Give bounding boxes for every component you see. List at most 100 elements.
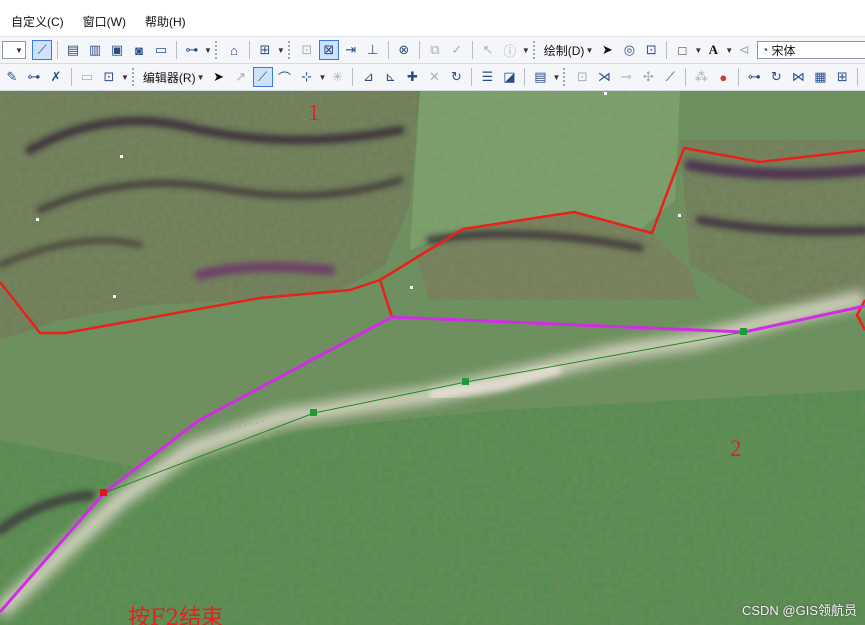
- finish-hint-label: 按F2结束: [128, 606, 224, 625]
- cut-polygons-icon[interactable]: ✚: [402, 67, 422, 87]
- refresh-icon[interactable]: ↻: [766, 67, 786, 87]
- split-icon[interactable]: ⇥: [341, 40, 361, 60]
- editor-menu[interactable]: 编辑器(R) ▼: [140, 69, 208, 86]
- layout-icon[interactable]: ▤: [63, 40, 83, 60]
- map-canvas[interactable]: 1 2 按F2结束 CSDN @GIS领航员: [0, 91, 865, 625]
- separator: [471, 41, 473, 59]
- speckle: [36, 218, 39, 221]
- attributes-icon[interactable]: ⊗: [394, 40, 414, 60]
- reshape-feature-icon[interactable]: ⊾: [380, 67, 400, 87]
- create-features-icon[interactable]: ▤: [530, 67, 550, 87]
- chevron-down-icon[interactable]: ▼: [319, 73, 327, 82]
- separator: [57, 41, 58, 59]
- fillet-icon[interactable]: ⟋: [660, 67, 680, 87]
- sketch-vertex[interactable]: [310, 409, 317, 416]
- font-name: 宋体: [771, 43, 796, 58]
- separator: [471, 68, 473, 86]
- speckle: [120, 155, 123, 158]
- sketch-vertex[interactable]: [462, 378, 469, 385]
- font-combo[interactable]: ◔ 宋体: [757, 41, 865, 59]
- separator: [71, 68, 72, 86]
- window-icon[interactable]: ▭: [151, 40, 171, 60]
- point-icon[interactable]: ✳: [327, 67, 347, 87]
- identify-icon[interactable]: ⓘ: [500, 40, 520, 60]
- speckle: [410, 286, 413, 289]
- menu-help[interactable]: 帮助(H): [137, 8, 194, 36]
- speckle: [113, 295, 116, 298]
- zoom-icon[interactable]: ⊡: [641, 40, 661, 60]
- chevron-down-icon[interactable]: ▼: [121, 73, 129, 82]
- split-icon[interactable]: ✕: [424, 67, 444, 87]
- scale-combo[interactable]: ▼: [2, 41, 26, 59]
- model-icon[interactable]: ⊶: [182, 40, 202, 60]
- topology-icon[interactable]: ⊥: [363, 40, 383, 60]
- end-point-arc-icon[interactable]: ⌒: [275, 67, 295, 87]
- menu-customize[interactable]: 自定义(C): [3, 8, 72, 36]
- speckle: [604, 92, 607, 95]
- chevron-down-icon[interactable]: ▼: [204, 46, 212, 55]
- separator: [666, 41, 668, 59]
- attributes-icon[interactable]: ☰: [477, 67, 497, 87]
- extend-icon[interactable]: ⊸: [616, 67, 636, 87]
- sketch-end-vertex[interactable]: [100, 489, 107, 496]
- sketch-vertex[interactable]: [740, 328, 747, 335]
- toolbar-grip[interactable]: [214, 41, 220, 59]
- rotate-icon[interactable]: ↻: [446, 67, 466, 87]
- toolbar-grip[interactable]: [563, 68, 568, 86]
- split-tool-icon[interactable]: ⊶: [24, 67, 44, 87]
- menu-window[interactable]: 窗口(W): [75, 8, 134, 36]
- draw-menu[interactable]: 绘制(D) ▼: [541, 42, 597, 59]
- editor-toolbar-icon[interactable]: ⊞: [255, 40, 275, 60]
- intersect-icon[interactable]: ⊞: [832, 67, 852, 87]
- toolbar-grip[interactable]: [131, 68, 137, 86]
- edit-tool-icon[interactable]: ➤: [209, 67, 229, 87]
- xy-icon[interactable]: ✗: [46, 67, 66, 87]
- chevron-down-icon: ▼: [585, 45, 594, 55]
- chevron-down-icon[interactable]: ▼: [277, 46, 285, 55]
- chevron-down-icon[interactable]: ▼: [694, 46, 702, 55]
- reshape-icon[interactable]: ⊠: [318, 40, 339, 60]
- map-svg: [0, 91, 865, 625]
- map-icon[interactable]: ◙: [129, 40, 149, 60]
- straight-segment-icon[interactable]: ⟋: [252, 67, 273, 87]
- separator: [524, 68, 526, 86]
- zoom-icon[interactable]: ⊡: [99, 67, 119, 87]
- pan-icon[interactable]: ◎: [619, 40, 639, 60]
- sketch-properties-icon[interactable]: ◪: [499, 67, 519, 87]
- chevron-down-icon[interactable]: ▼: [725, 46, 733, 55]
- edit-annotation-icon[interactable]: ⊲: [734, 40, 754, 60]
- chevron-down-icon[interactable]: ▼: [552, 73, 560, 82]
- separator: [857, 68, 859, 86]
- draw-rectangle-icon[interactable]: □: [672, 40, 692, 60]
- merge-icon[interactable]: ⋈: [788, 67, 808, 87]
- catalog-icon[interactable]: ▣: [107, 40, 127, 60]
- mxd-icon[interactable]: ▥: [85, 40, 105, 60]
- step-2-label: 2: [730, 436, 742, 461]
- cursor-icon[interactable]: ↖: [478, 40, 498, 60]
- globe-icon[interactable]: ●: [713, 67, 733, 87]
- explode-icon[interactable]: ⁂: [691, 67, 711, 87]
- generalize-icon[interactable]: ⊡: [572, 67, 592, 87]
- edit-vertices-icon[interactable]: ⊿: [358, 67, 378, 87]
- trim-icon[interactable]: ✣: [638, 67, 658, 87]
- text-icon[interactable]: A: [703, 40, 723, 60]
- spatial-adjust-icon[interactable]: ⊶: [744, 67, 764, 87]
- check-icon[interactable]: ✓: [447, 40, 467, 60]
- chevron-down-icon[interactable]: ▼: [522, 46, 530, 55]
- select-icon[interactable]: ➤: [597, 40, 617, 60]
- step-1-label: 1: [308, 100, 320, 125]
- snapping-icon[interactable]: ⟋: [32, 40, 52, 60]
- arctoolbox-icon[interactable]: ⌂: [224, 40, 244, 60]
- union-icon[interactable]: ▦: [810, 67, 830, 87]
- topology-edit-icon[interactable]: ⋊: [594, 67, 614, 87]
- toolbar-grip[interactable]: [287, 41, 293, 59]
- trace-icon[interactable]: ⊹: [297, 67, 317, 87]
- chevron-down-icon: ▼: [196, 72, 205, 82]
- sketch-tool-icon[interactable]: ✎: [2, 67, 22, 87]
- trace-icon[interactable]: ⊡: [297, 40, 317, 60]
- copy-icon[interactable]: ⧉: [425, 40, 445, 60]
- window-icon[interactable]: ▭: [77, 67, 97, 87]
- toolbar-grip[interactable]: [532, 41, 538, 59]
- separator: [176, 41, 177, 59]
- annotation-edit-icon[interactable]: ↗: [231, 67, 251, 87]
